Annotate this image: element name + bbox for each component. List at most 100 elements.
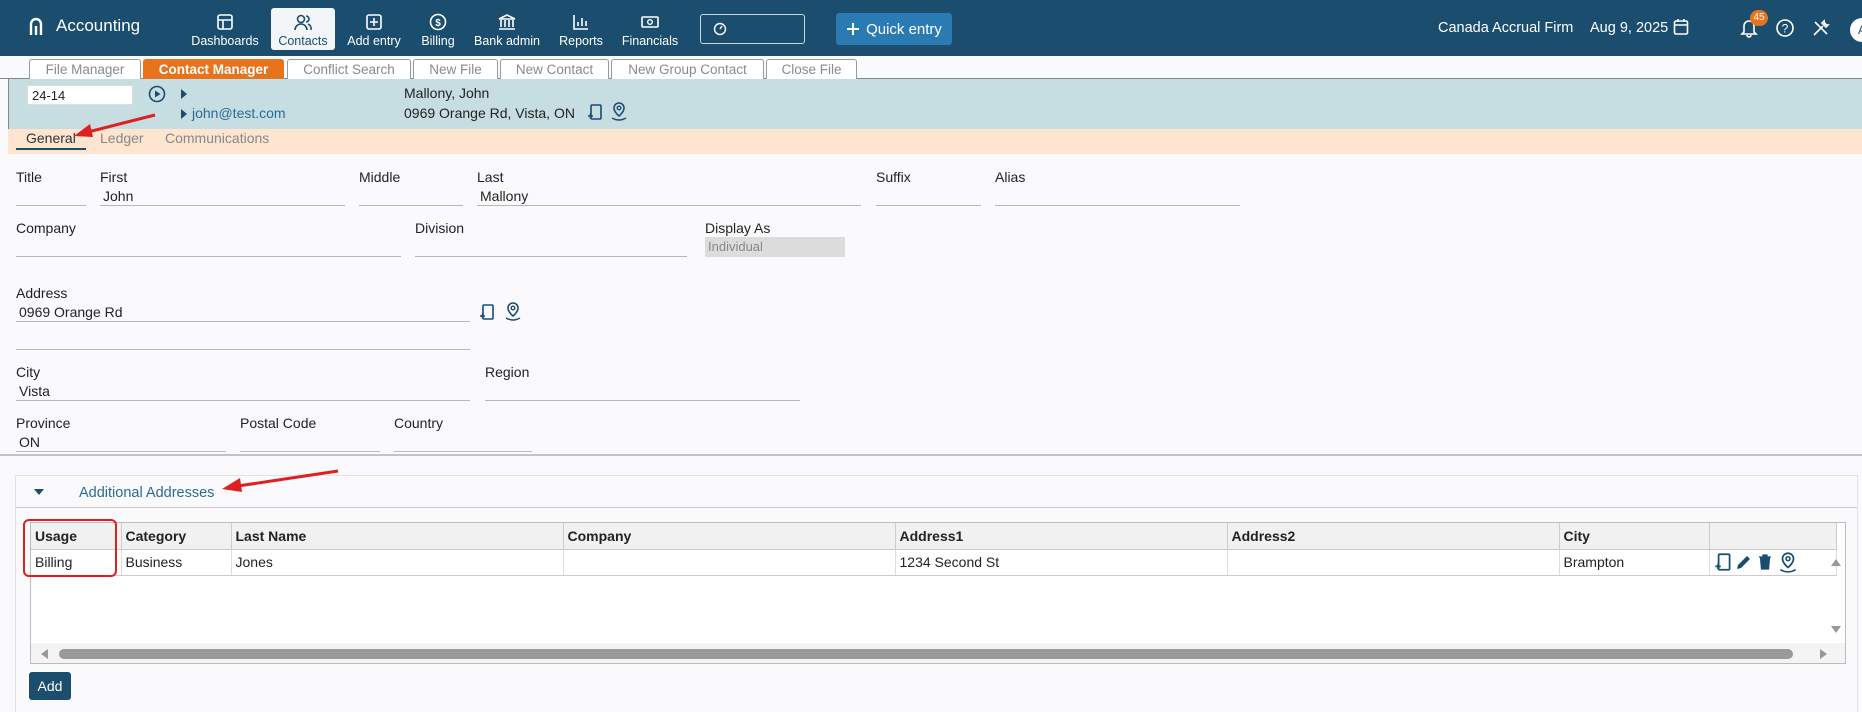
city-field[interactable]: Vista [16,381,470,401]
division-field[interactable] [415,237,687,257]
scrollbar-thumb[interactable] [59,649,1793,659]
play-circle-icon[interactable] [148,85,166,103]
last-name-field[interactable]: Mallony [477,186,861,206]
postal-code-field[interactable] [240,432,380,452]
suffix-field[interactable] [876,186,981,206]
tab-close-file[interactable]: Close File [766,59,857,79]
map-pin-icon[interactable] [1777,551,1799,573]
tab-new-group-contact[interactable]: New Group Contact [611,59,764,79]
alias-field[interactable] [995,186,1240,206]
row-actions [1709,549,1837,576]
province-field[interactable]: ON [16,432,226,452]
column-header-last-name[interactable]: Last Name [231,523,564,550]
dashboard-icon [217,14,233,30]
add-address-button[interactable]: Add [29,672,71,700]
column-header-city[interactable]: City [1559,523,1710,550]
nav-financials[interactable]: Financials [618,8,682,50]
alias-label: Alias [995,169,1026,185]
tab-new-file[interactable]: New File [413,59,498,79]
tab-conflict-search[interactable]: Conflict Search [287,59,411,79]
nav-dashboards[interactable]: Dashboards [190,8,260,50]
scroll-down-arrow-icon[interactable] [1830,625,1842,635]
file-number-field[interactable]: 24-14 [27,85,133,105]
table-row[interactable]: Billing Business Jones 1234 Second St Br… [31,549,1837,576]
column-header-category[interactable]: Category [121,523,232,550]
section-divider [0,454,1862,456]
copy-address-icon[interactable] [1714,551,1732,573]
company-field[interactable] [16,237,401,257]
reports-icon [573,15,588,30]
scroll-right-arrow-icon[interactable] [1819,648,1829,660]
contact-address-summary: 0969 Orange Rd, Vista, ON [404,105,575,121]
trash-icon[interactable] [1757,553,1773,571]
edit-pencil-icon[interactable] [1735,553,1753,571]
additional-addresses-table: Usage Category Last Name Company Address… [30,522,1846,664]
help-icon[interactable]: ? [1775,18,1795,38]
quick-entry-button[interactable]: Quick entry [836,13,952,45]
copy-address-icon[interactable] [587,102,603,122]
country-label: Country [394,415,444,431]
subtab-communications[interactable]: Communications [165,130,269,146]
middle-name-field[interactable] [359,186,463,206]
suffix-label: Suffix [876,169,911,185]
tab-new-contact[interactable]: New Contact [500,59,609,79]
nav-reports[interactable]: Reports [553,8,609,50]
table-header-row: Usage Category Last Name Company Address… [31,523,1837,550]
nav-contacts[interactable]: Contacts [271,8,335,50]
firm-name[interactable]: Canada Accrual Firm [1438,20,1573,36]
app-logo-icon [29,17,43,35]
cell-company [563,549,896,576]
nav-bank-admin[interactable]: Bank admin [470,8,544,50]
address-line2-field[interactable] [16,330,470,350]
tab-contact-manager[interactable]: Contact Manager [143,59,284,79]
expand-caret-icon[interactable] [180,89,188,99]
contacts-icon [294,14,312,31]
division-label: Division [415,220,465,236]
cell-address1: 1234 Second St [895,549,1228,576]
title-label: Title [16,169,42,185]
app-brand[interactable]: Accounting [28,16,140,36]
collapse-caret-icon[interactable] [34,489,44,496]
column-header-company[interactable]: Company [563,523,896,550]
nav-label: Contacts [278,34,328,48]
timer-icon [713,22,727,36]
title-field[interactable] [16,186,86,206]
current-date[interactable]: Aug 9, 2025 [1590,20,1668,36]
province-label: Province [16,415,71,431]
scroll-left-arrow-icon[interactable] [39,648,49,660]
calendar-icon[interactable] [1673,18,1689,36]
nav-label: Add entry [347,34,401,48]
region-label: Region [485,364,530,380]
nav-billing[interactable]: $ Billing [414,8,462,50]
annotation-highlight-usage [23,519,117,577]
column-header-address2[interactable]: Address2 [1227,523,1560,550]
tools-icon[interactable] [1811,18,1831,38]
address-label: Address [16,285,68,301]
timer-search-box[interactable] [700,14,805,44]
top-navigation-bar: Accounting Dashboards Contacts Add entry… [0,0,1862,56]
map-pin-icon[interactable] [609,101,629,121]
address-line1-field[interactable]: 0969 Orange Rd [16,302,470,322]
copy-address-icon[interactable] [479,302,495,322]
nav-label: Billing [421,34,455,48]
additional-addresses-panel: Additional Addresses Usage Category Last… [15,475,1858,712]
region-field[interactable] [485,381,800,401]
expand-caret-icon[interactable] [180,109,188,119]
last-name-label: Last [477,169,504,185]
financials-icon [641,16,659,28]
contact-subtab-bar: General Ledger Communications [8,129,1862,154]
contact-email-link[interactable]: john@test.com [192,105,286,121]
company-label: Company [16,220,76,236]
country-field[interactable] [394,432,532,452]
scroll-up-arrow-icon[interactable] [1830,557,1842,567]
nav-label: Bank admin [473,34,540,48]
horizontal-scrollbar[interactable] [31,643,1845,663]
city-label: City [16,364,41,380]
cell-category: Business [121,549,232,576]
nav-add-entry[interactable]: Add entry [342,8,406,50]
column-header-address1[interactable]: Address1 [895,523,1228,550]
tab-file-manager[interactable]: File Manager [29,59,141,79]
user-avatar[interactable]: A [1850,18,1862,42]
first-name-field[interactable]: John [100,186,345,206]
map-pin-icon[interactable] [503,301,523,321]
